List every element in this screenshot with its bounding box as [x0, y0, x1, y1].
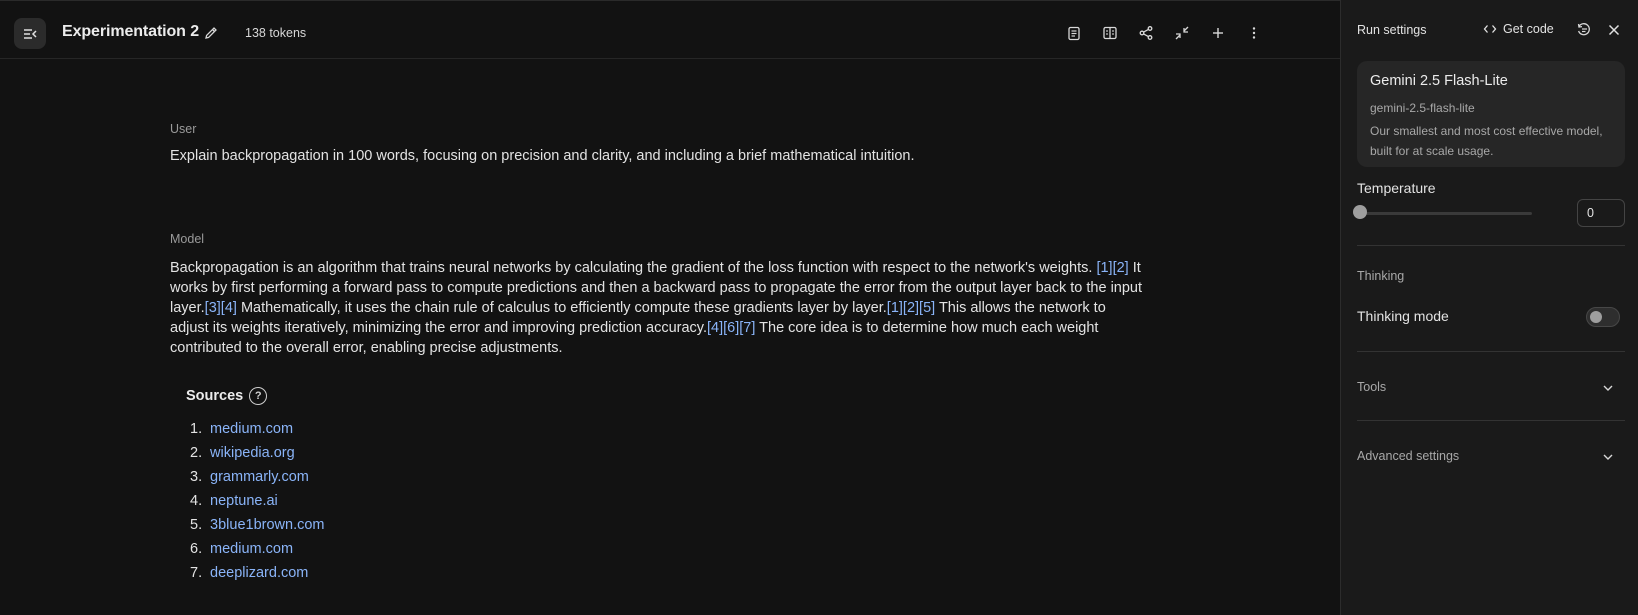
- model-name: Gemini 2.5 Flash-Lite: [1370, 73, 1508, 89]
- source-item: 7. deeplizard.com: [190, 565, 325, 589]
- edit-icon[interactable]: [203, 25, 219, 41]
- model-selector-card[interactable]: Gemini 2.5 Flash-Lite gemini-2.5-flash-l…: [1357, 61, 1625, 167]
- model-description: Our smallest and most cost effective mod…: [1370, 124, 1603, 158]
- sources-header: Sources ?: [186, 387, 268, 405]
- compress-button[interactable]: [1172, 23, 1192, 43]
- source-number: 3.: [190, 469, 203, 485]
- source-link[interactable]: medium.com: [210, 421, 293, 437]
- sources-list: 1. medium.com 2. wikipedia.org 3. grammarl…: [190, 421, 325, 589]
- source-number: 1.: [190, 421, 203, 437]
- source-link[interactable]: deeplizard.com: [210, 565, 308, 581]
- source-item: 5. 3blue1brown.com: [190, 517, 325, 541]
- code-icon: [1483, 25, 1497, 33]
- citation-link[interactable]: [7]: [739, 320, 755, 336]
- get-code-button[interactable]: Get code: [1483, 22, 1554, 36]
- clipboard-button[interactable]: [1064, 23, 1084, 43]
- model-text-segment: Backpropagation is an algorithm that tra…: [170, 260, 1097, 276]
- citation-link[interactable]: [2]: [1113, 260, 1129, 276]
- get-code-label: Get code: [1503, 22, 1554, 36]
- reset-settings-button[interactable]: [1575, 21, 1593, 39]
- compare-icon: [1103, 26, 1117, 40]
- tools-label: Tools: [1357, 380, 1387, 394]
- menu-collapse-icon: [24, 28, 37, 39]
- user-message: Explain backpropagation in 100 words, fo…: [170, 148, 915, 164]
- advanced-settings-toggle[interactable]: Advanced settings: [1357, 446, 1625, 470]
- source-link[interactable]: 3blue1brown.com: [210, 517, 324, 533]
- source-item: 3. grammarly.com: [190, 469, 325, 493]
- temperature-slider-track[interactable]: [1360, 212, 1532, 215]
- source-link[interactable]: neptune.ai: [210, 493, 278, 509]
- token-count: 138 tokens: [245, 26, 307, 40]
- source-item: 2. wikipedia.org: [190, 445, 325, 469]
- close-panel-button[interactable]: [1605, 21, 1623, 39]
- temperature-label: Temperature: [1357, 180, 1436, 196]
- divider: [1357, 245, 1625, 246]
- citation-link[interactable]: [4]: [221, 300, 237, 316]
- thinking-mode-label: Thinking mode: [1357, 308, 1449, 324]
- model-role-label: Model: [170, 232, 205, 246]
- temperature-slider-thumb[interactable]: [1353, 205, 1367, 219]
- help-icon[interactable]: ?: [249, 387, 268, 405]
- run-settings-panel: Run settings Get code Gemini 2.5 Flash-L…: [1340, 0, 1638, 615]
- source-number: 6.: [190, 541, 203, 557]
- panel-title: Run settings: [1357, 23, 1427, 37]
- reset-icon: [1577, 23, 1590, 36]
- more-options-button[interactable]: [1244, 23, 1264, 43]
- new-chat-button[interactable]: [1208, 23, 1228, 43]
- source-item: 6. medium.com: [190, 541, 325, 565]
- share-button[interactable]: [1136, 23, 1156, 43]
- source-number: 4.: [190, 493, 203, 509]
- source-link[interactable]: medium.com: [210, 541, 293, 557]
- source-number: 7.: [190, 565, 203, 581]
- menu-collapse-button[interactable]: [14, 18, 46, 49]
- top-bar: Experimentation 2 138 tokens: [0, 1, 1340, 59]
- thinking-mode-toggle[interactable]: [1586, 307, 1620, 327]
- thinking-section-label: Thinking: [1357, 269, 1405, 283]
- source-number: 5.: [190, 517, 203, 533]
- page-title: Experimentation 2: [62, 23, 200, 40]
- citation-link[interactable]: [6]: [723, 320, 739, 336]
- source-item: 1. medium.com: [190, 421, 325, 445]
- model-text-segment: Mathematically, it uses the chain rule o…: [236, 300, 887, 316]
- more-vert-icon: [1252, 27, 1256, 39]
- compare-button[interactable]: [1100, 23, 1120, 43]
- chevron-down-icon: [1603, 454, 1613, 460]
- source-number: 2.: [190, 445, 203, 461]
- user-role-label: User: [170, 122, 197, 136]
- citation-link[interactable]: [5]: [919, 300, 935, 316]
- citation-link[interactable]: [2]: [903, 300, 919, 316]
- tools-section-toggle[interactable]: Tools: [1357, 377, 1625, 401]
- compress-icon: [1175, 26, 1189, 40]
- temperature-input[interactable]: [1577, 199, 1625, 227]
- toggle-knob: [1590, 311, 1602, 323]
- share-icon: [1139, 26, 1153, 40]
- citation-link[interactable]: [3]: [205, 300, 221, 316]
- close-icon: [1608, 24, 1620, 36]
- clipboard-icon: [1068, 26, 1080, 41]
- citation-link[interactable]: [1]: [887, 300, 903, 316]
- citation-link[interactable]: [1]: [1096, 260, 1112, 276]
- plus-icon: [1213, 28, 1223, 38]
- advanced-settings-label: Advanced settings: [1357, 449, 1460, 463]
- divider: [1357, 420, 1625, 421]
- source-item: 4. neptune.ai: [190, 493, 325, 517]
- model-id: gemini-2.5-flash-lite: [1370, 101, 1475, 115]
- source-link[interactable]: wikipedia.org: [210, 445, 295, 461]
- chevron-down-icon: [1603, 385, 1613, 391]
- model-message: Backpropagation is an algorithm that tra…: [170, 258, 1145, 358]
- citation-link[interactable]: [4]: [707, 320, 723, 336]
- source-link[interactable]: grammarly.com: [210, 469, 309, 485]
- sources-title: Sources: [186, 388, 244, 404]
- divider: [1357, 351, 1625, 352]
- main-area: Experimentation 2 138 tokens User Explai…: [0, 0, 1340, 615]
